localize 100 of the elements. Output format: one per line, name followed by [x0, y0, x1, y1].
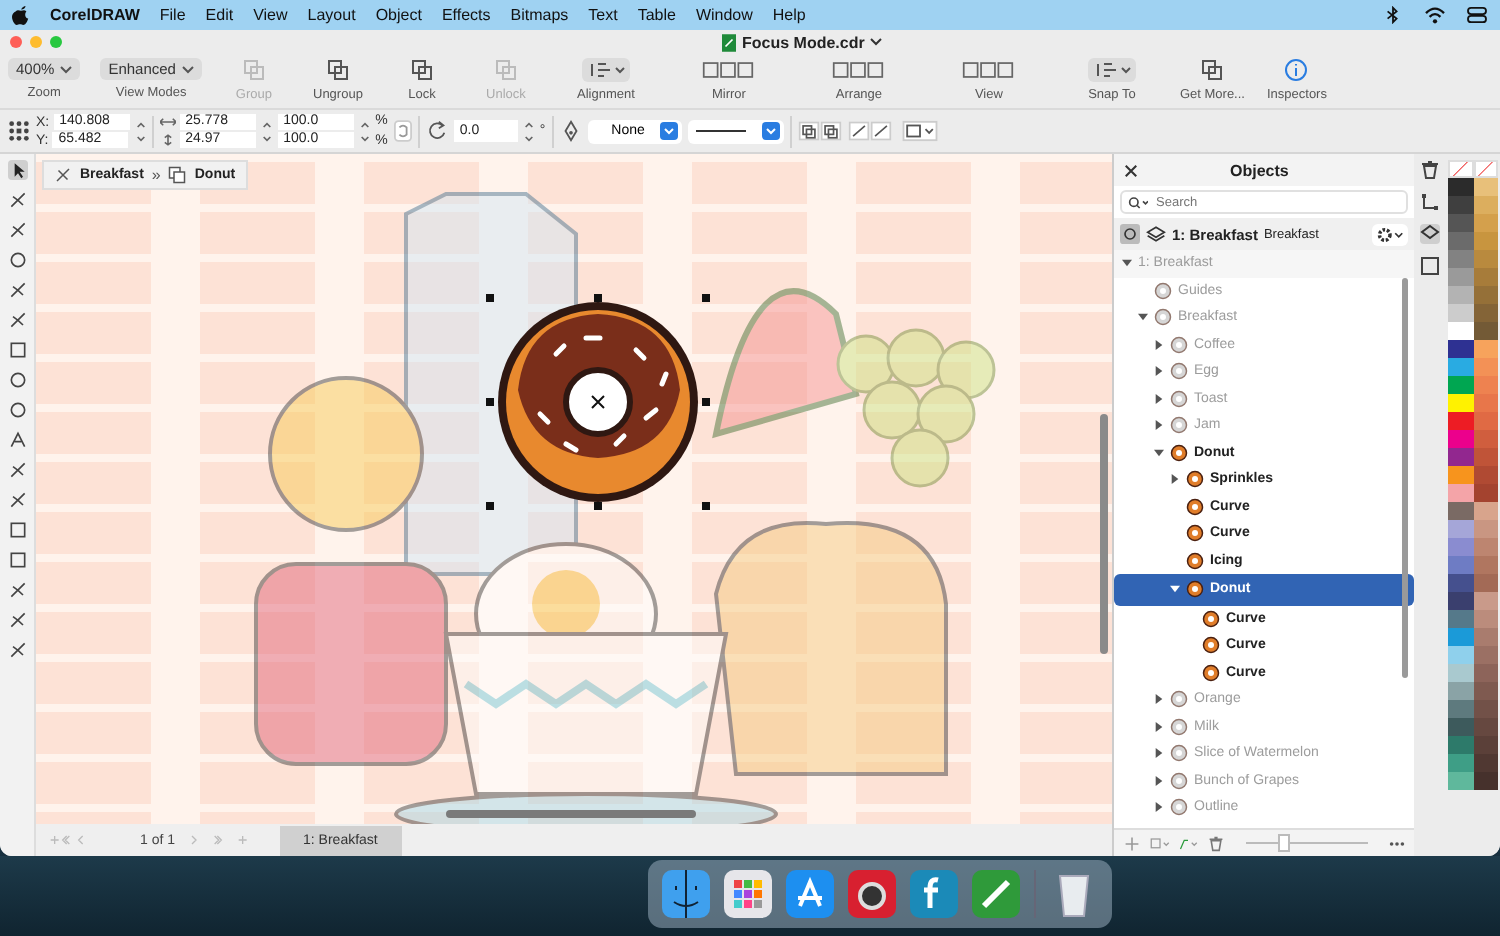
app-name-menu[interactable]: CorelDRAW: [50, 6, 140, 24]
color-swatch[interactable]: [1473, 196, 1498, 214]
menu-item[interactable]: Text: [588, 6, 618, 24]
color-swatch[interactable]: [1448, 412, 1473, 430]
selection-handles-drawing[interactable]: [486, 294, 710, 510]
panel-scrollbar[interactable]: [1402, 278, 1408, 678]
color-swatch[interactable]: [1448, 502, 1473, 520]
disclosure-triangle-icon[interactable]: [1154, 775, 1164, 786]
color-swatch[interactable]: [1473, 214, 1498, 232]
color-swatch[interactable]: [1448, 268, 1473, 286]
disclosure-triangle-icon[interactable]: [1154, 366, 1164, 377]
color-swatch[interactable]: [1448, 358, 1473, 376]
color-swatch[interactable]: [1448, 394, 1473, 412]
layer-stack-icon[interactable]: [1146, 224, 1166, 244]
disclosure-triangle-icon[interactable]: [1138, 312, 1148, 323]
disclosure-triangle-icon[interactable]: [1154, 420, 1164, 431]
rect-tool-icon[interactable]: [7, 340, 27, 360]
toolbar-icons-drawing[interactable]: [702, 58, 755, 82]
color-swatch[interactable]: [1473, 592, 1498, 610]
close-icon[interactable]: [1124, 163, 1138, 177]
color-swatch[interactable]: [1473, 772, 1498, 790]
stepper-icon[interactable]: [135, 117, 146, 145]
slider-thumb[interactable]: [1278, 834, 1291, 852]
color-swatch[interactable]: [1448, 682, 1473, 700]
nodes-icon[interactable]: [1420, 192, 1440, 212]
color-swatch[interactable]: [1473, 574, 1498, 592]
color-swatch[interactable]: [1448, 538, 1473, 556]
apple-logo-icon[interactable]: [12, 4, 30, 26]
trash-icon[interactable]: [1420, 160, 1440, 180]
toolbar-icons-drawing[interactable]: [832, 58, 885, 82]
menu-item[interactable]: Window: [695, 6, 753, 24]
color-swatch[interactable]: [1448, 610, 1473, 628]
color-swatch[interactable]: [1448, 430, 1473, 448]
color-swatch[interactable]: [1473, 376, 1498, 394]
horizontal-scrollbar[interactable]: [446, 810, 696, 818]
color-swatch[interactable]: [1473, 394, 1498, 412]
text-tool-icon[interactable]: [7, 430, 27, 450]
layer-view-icon[interactable]: [1120, 224, 1140, 244]
node-dropdown-icon[interactable]: [1178, 835, 1198, 851]
color-swatch[interactable]: [1473, 610, 1498, 628]
object-origin-icon[interactable]: [8, 120, 30, 142]
color-swatch[interactable]: [1448, 574, 1473, 592]
color-swatch[interactable]: [1473, 412, 1498, 430]
camera-app-icon[interactable]: [848, 870, 896, 918]
color-swatch[interactable]: [1448, 448, 1473, 466]
disclosure-triangle-icon[interactable]: [1170, 584, 1180, 595]
color-swatch[interactable]: [1448, 628, 1473, 646]
menu-item[interactable]: Bitmaps: [510, 6, 569, 24]
dropdown-icon[interactable]: [1085, 58, 1138, 82]
color-swatch[interactable]: [1448, 592, 1473, 610]
color-swatch[interactable]: [1473, 484, 1498, 502]
color-swatch[interactable]: [1448, 646, 1473, 664]
launchpad-app-icon[interactable]: [724, 870, 772, 918]
disclosure-triangle-icon[interactable]: [1154, 339, 1164, 350]
color-swatch[interactable]: [1448, 232, 1473, 250]
frame-icon[interactable]: [1420, 256, 1440, 276]
color-swatch[interactable]: [1448, 178, 1473, 196]
color-swatch[interactable]: [1448, 376, 1473, 394]
color-swatch[interactable]: [1448, 520, 1473, 538]
color-swatch[interactable]: [1473, 538, 1498, 556]
color-swatch[interactable]: [1473, 178, 1498, 196]
no-color-swatch[interactable]: [1448, 160, 1473, 178]
color-swatch[interactable]: [1473, 556, 1498, 574]
menu-item[interactable]: File: [159, 6, 186, 24]
disclosure-triangle-icon[interactable]: [1170, 474, 1180, 485]
color-swatch[interactable]: [1473, 646, 1498, 664]
wrap-dropdown-icon[interactable]: [898, 120, 943, 142]
menu-item[interactable]: Effects: [441, 6, 491, 24]
menu-item[interactable]: Help: [772, 6, 806, 24]
color-swatch[interactable]: [1473, 448, 1498, 466]
color-swatch[interactable]: [1448, 700, 1473, 718]
arrange-icons-drawing[interactable]: [798, 120, 843, 142]
disclosure-triangle-icon[interactable]: [1154, 393, 1164, 404]
no-color-swatch[interactable]: [1473, 160, 1498, 178]
color-swatch[interactable]: [1448, 214, 1473, 232]
color-swatch[interactable]: [1473, 250, 1498, 268]
wifi-icon[interactable]: [1424, 6, 1446, 24]
menu-item[interactable]: Object: [375, 6, 422, 24]
node-icons-drawing[interactable]: [848, 120, 893, 142]
disclosure-triangle-icon[interactable]: [1154, 748, 1164, 759]
stepper-icon[interactable]: [261, 117, 272, 145]
color-swatch[interactable]: [1473, 700, 1498, 718]
toolbar-icons-drawing[interactable]: [962, 58, 1015, 82]
window-title[interactable]: Focus Mode.cdr: [742, 33, 865, 51]
disclosure-triangle-icon[interactable]: [1154, 802, 1164, 813]
window-controls-icon[interactable]: [10, 36, 62, 48]
font-app-icon[interactable]: [910, 870, 958, 918]
disclosure-triangle-icon[interactable]: [1122, 258, 1132, 269]
color-swatch[interactable]: [1448, 736, 1473, 754]
color-swatch[interactable]: [1448, 286, 1473, 304]
color-swatch[interactable]: [1448, 664, 1473, 682]
color-swatch[interactable]: [1473, 502, 1498, 520]
stepper-icon[interactable]: [359, 117, 370, 145]
disclosure-triangle-icon[interactable]: [1154, 447, 1164, 458]
info-icon[interactable]: [1284, 58, 1309, 82]
color-swatch[interactable]: [1473, 286, 1498, 304]
pen-app-icon[interactable]: [972, 870, 1020, 918]
color-swatch[interactable]: [1473, 718, 1498, 736]
disclosure-triangle-icon[interactable]: [1154, 694, 1164, 705]
color-swatch[interactable]: [1473, 664, 1498, 682]
